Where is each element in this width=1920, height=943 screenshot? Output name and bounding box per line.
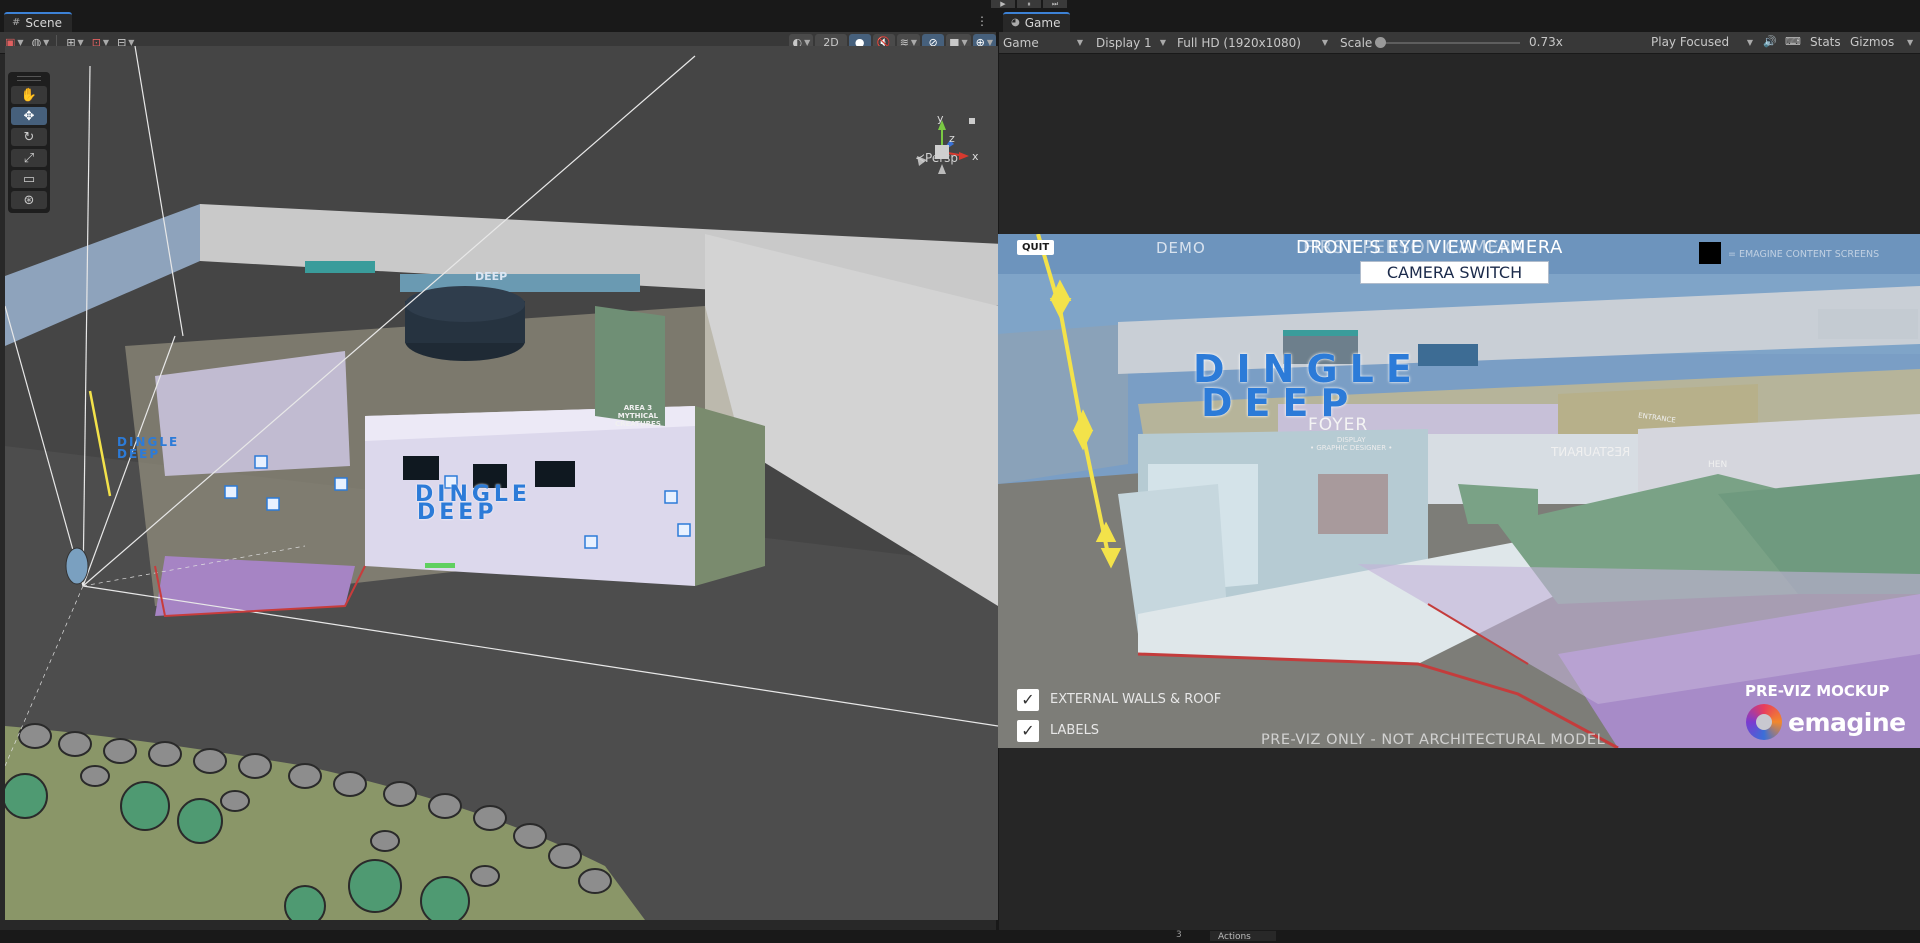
gizmo-z-label: z	[949, 132, 955, 145]
labels-label: LABELS	[1050, 723, 1100, 738]
external-walls-label: EXTERNAL WALLS & ROOF	[1050, 692, 1222, 707]
tab-game[interactable]: ◕ Game	[1003, 12, 1071, 32]
resolution-value: Full HD (1920x1080)	[1177, 35, 1301, 50]
emagine-wordmark: emagine	[1788, 707, 1906, 737]
display-line1: DISPLAY	[1336, 436, 1366, 444]
rect-tool[interactable]: ▭	[11, 170, 47, 188]
emagine-logo: emagine	[1746, 704, 1906, 740]
game-view-select[interactable]: Game ▼	[999, 36, 1087, 50]
tab-game-label: Game	[1024, 16, 1061, 30]
game-kitchen-label: HEN	[1708, 460, 1728, 470]
display-line2: • GRAPHIC DESIGNER •	[1310, 444, 1393, 452]
rect-icon: ▭	[22, 171, 36, 187]
game-dingle-label: DINGLE DEEP	[1193, 350, 1424, 422]
game-view-value: Game	[1003, 35, 1039, 50]
hand-icon: ✋	[20, 87, 38, 103]
area3-line3: CREATURES	[615, 420, 661, 428]
tool-palette: ✋ ✥ ↻ ⤢ ▭ ⊛	[8, 72, 50, 213]
gizmo-lock-icon[interactable]	[969, 118, 975, 124]
play-focused-value: Play Focused	[1651, 35, 1730, 49]
scale-value: 0.73x	[1529, 35, 1563, 49]
checkmark-icon: ✓	[1021, 721, 1035, 740]
checkmark-icon: ✓	[1021, 690, 1035, 709]
scale-label: Scale	[1340, 35, 1373, 50]
palette-grip[interactable]	[17, 76, 41, 81]
display-select[interactable]: Display 1 ▼	[1092, 36, 1170, 50]
content-screens-legend: = EMAGINE CONTENT SCREENS	[1728, 249, 1880, 260]
gizmos-toggle[interactable]: Gizmos	[1850, 35, 1894, 49]
labels-checkbox[interactable]: ✓	[1017, 720, 1039, 742]
previz-mockup-label: PRE-VIZ MOCKUP	[1745, 682, 1890, 700]
projection-label[interactable]: ≺Persp	[915, 151, 958, 165]
scene-dingle-small: DINGLE DEEP	[117, 436, 179, 460]
scale-tool[interactable]: ⤢	[11, 149, 47, 167]
content-screen-swatch	[1699, 242, 1721, 264]
chevron-down-icon: ▼	[1321, 38, 1328, 47]
emagine-logo-icon	[1746, 704, 1782, 740]
hand-tool[interactable]: ✋	[11, 86, 47, 104]
tab-actions[interactable]: Actions	[1210, 931, 1276, 942]
camera-switch-button[interactable]: CAMERA SWITCH	[1360, 261, 1549, 284]
mute-audio-icon[interactable]: 🔊	[1763, 35, 1777, 48]
scene-menu-icon[interactable]: ⋮	[976, 14, 988, 28]
game-render	[998, 234, 1920, 748]
play-focused-select[interactable]: Play Focused ▼	[1647, 35, 1757, 49]
chevron-down-icon: ▼	[1076, 38, 1083, 47]
gizmo-x-label: x	[972, 150, 979, 163]
camera-title-firstperson: FIRST PERSON CAMERA	[1303, 237, 1525, 258]
step-button[interactable]: ⏭	[1043, 0, 1067, 8]
scene-area3-label: AREA 3 MYTHICAL CREATURES	[615, 404, 661, 428]
keyboard-icon[interactable]: ⌨	[1785, 35, 1801, 48]
play-controls: ▶ ⏸ ⏭	[991, 0, 1067, 8]
tab-scene-label: Scene	[25, 16, 62, 30]
scale-slider-thumb[interactable]	[1375, 37, 1386, 48]
move-icon: ✥	[23, 108, 35, 124]
play-button[interactable]: ▶	[991, 0, 1015, 8]
scene-tabbar: # Scene ⋮	[0, 10, 996, 32]
game-viewport[interactable]: DINGLE DEEP FOYER DISPLAY • GRAPHIC DESI…	[998, 234, 1920, 748]
rotate-tool[interactable]: ↻	[11, 128, 47, 146]
scene-sign-deep: DEEP	[475, 270, 508, 283]
gamepad-icon: ◕	[1011, 17, 1020, 28]
resolution-select[interactable]: Full HD (1920x1080) ▼	[1173, 36, 1332, 50]
scale-slider-track[interactable]	[1378, 42, 1520, 44]
external-walls-checkbox[interactable]: ✓	[1017, 689, 1039, 711]
display-value: Display 1	[1096, 35, 1152, 50]
move-tool[interactable]: ✥	[11, 107, 47, 125]
scene-dingle-label: DINGLE DEEP	[415, 484, 531, 524]
tab-scene[interactable]: # Scene	[4, 12, 72, 32]
game-foyer-label: FOYER	[1308, 415, 1369, 435]
quit-button[interactable]: QUIT	[1017, 240, 1055, 255]
transform-icon: ⊛	[23, 192, 35, 208]
transform-tool[interactable]: ⊛	[11, 191, 47, 209]
demo-label: DEMO	[1156, 239, 1206, 257]
area3-line1: AREA 3	[623, 404, 653, 412]
bottom-badge: 3	[1176, 930, 1182, 940]
chevron-down-icon[interactable]: ▼	[1907, 38, 1913, 47]
game-display-label: DISPLAY • GRAPHIC DESIGNER •	[1310, 436, 1392, 452]
grid-icon: #	[12, 17, 21, 28]
bottom-strip: 3 Actions	[0, 930, 1920, 942]
rotate-icon: ↻	[23, 129, 35, 145]
scene-viewport[interactable]: DEEP DINGLE DEEP DINGLE DEEP AREA 3 MYTH…	[5, 46, 998, 920]
game-tabbar: ◕ Game	[999, 10, 1920, 32]
chevron-down-icon: ▼	[1159, 38, 1166, 47]
previz-disclaimer: PRE-VIZ ONLY - NOT ARCHITECTURAL MODEL	[1261, 732, 1606, 748]
game-restaurant-label: RESTAURANT	[1551, 445, 1631, 459]
gizmo-y-label: y	[937, 112, 944, 125]
stats-button[interactable]: Stats	[1810, 35, 1841, 49]
top-strip: ▶ ⏸ ⏭	[0, 0, 1920, 10]
chevron-down-icon: ▼	[1746, 37, 1753, 47]
pause-button[interactable]: ⏸	[1017, 0, 1041, 8]
scene-deep-small-word: DEEP	[117, 447, 161, 461]
game-toolbar: Game ▼ Display 1 ▼ Full HD (1920x1080) ▼ Sc…	[999, 32, 1920, 54]
area3-line2: MYTHICAL	[617, 412, 659, 420]
scale-icon: ⤢	[23, 150, 35, 166]
